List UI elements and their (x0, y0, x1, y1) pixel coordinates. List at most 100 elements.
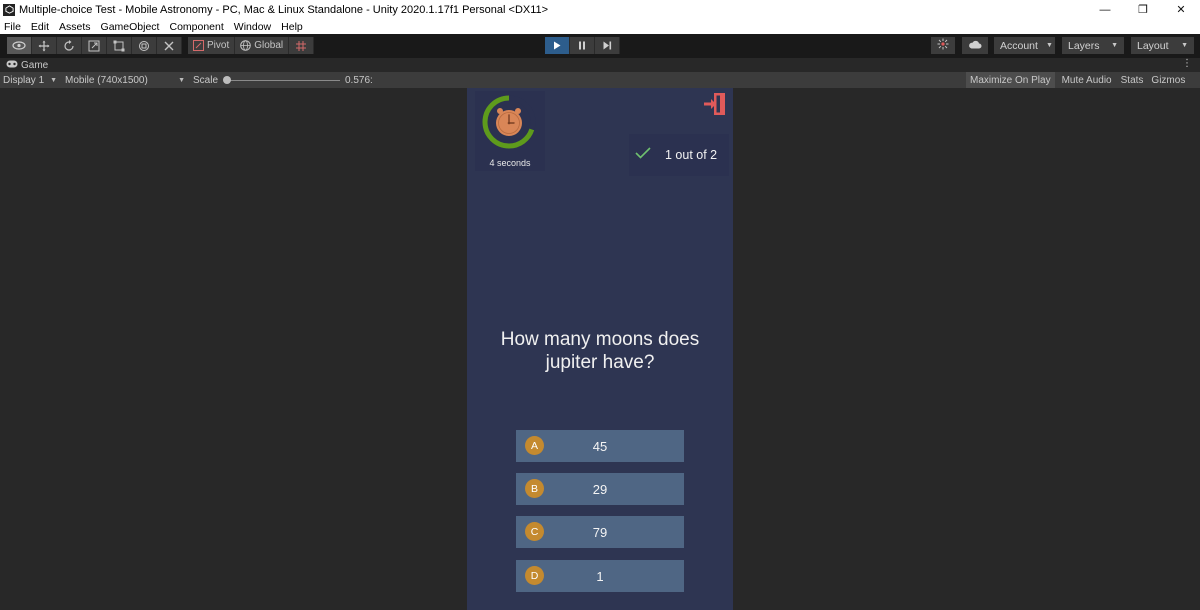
gamepad-icon (6, 60, 18, 71)
step-button[interactable] (595, 37, 620, 54)
eye-icon (12, 41, 26, 50)
chevron-down-icon: ▼ (50, 76, 58, 84)
rect-transform-icon (113, 40, 125, 52)
pivot-label: Pivot (207, 40, 230, 51)
resolution-label: Mobile (740x1500) (65, 74, 148, 86)
unity-logo-icon (3, 3, 15, 16)
minimize-button[interactable]: — (1086, 0, 1124, 19)
play-icon (553, 41, 561, 50)
grid-snap-button[interactable] (289, 37, 315, 54)
account-label: Account (1000, 39, 1038, 52)
stats-toggle[interactable]: Stats (1117, 72, 1148, 88)
game-view-controls: Display 1 ▼ Mobile (740x1500) ▼ Scale 0.… (0, 72, 1200, 88)
globe-icon (240, 40, 252, 51)
main-toolbar: Pivot Global Account ▼ Layers ▼ Layout ▼ (0, 34, 1200, 58)
display-label: Display 1 (3, 74, 45, 86)
view-tool-button[interactable] (7, 37, 32, 54)
menu-bar: File Edit Assets GameObject Component Wi… (0, 19, 1200, 34)
menu-window[interactable]: Window (229, 21, 276, 33)
global-label: Global (254, 40, 284, 51)
menu-component[interactable]: Component (164, 21, 228, 33)
rotate-tool-button[interactable] (57, 37, 82, 54)
play-button[interactable] (545, 37, 570, 54)
tools-cross-icon (163, 40, 175, 52)
move-tool-button[interactable] (32, 37, 57, 54)
close-button[interactable]: ✕ (1162, 0, 1200, 19)
scale-tool-button[interactable] (82, 37, 107, 54)
quiz-screen: 4 seconds 1 out of 2 How many moons does… (467, 88, 733, 610)
answer-button-c[interactable]: C 79 (516, 516, 684, 548)
cloud-icon (968, 40, 982, 52)
scale-slider-track[interactable] (226, 80, 340, 81)
gizmos-toggle[interactable]: Gizmos (1147, 72, 1189, 88)
answer-button-b[interactable]: B 29 (516, 473, 684, 505)
game-tab-row: Game ⋮ (0, 58, 1200, 72)
account-dropdown[interactable]: Account ▼ (994, 37, 1055, 54)
collab-button[interactable] (931, 37, 955, 54)
menu-gameobject[interactable]: GameObject (96, 21, 165, 33)
menu-file[interactable]: File (0, 21, 26, 33)
pivot-toggle[interactable]: Pivot (188, 37, 236, 54)
game-tab-label: Game (21, 59, 49, 71)
cloud-button[interactable] (962, 37, 988, 54)
pause-button[interactable] (570, 37, 595, 54)
custom-tool-button[interactable] (157, 37, 182, 54)
answer-text: 1 (596, 568, 604, 584)
collab-icon (937, 38, 949, 53)
menu-edit[interactable]: Edit (26, 21, 54, 33)
answer-text: 79 (592, 524, 608, 540)
game-tab[interactable]: Game (0, 58, 48, 72)
maximize-button[interactable]: ❐ (1124, 0, 1162, 19)
answer-text: 45 (592, 438, 608, 454)
pivot-tools: Pivot Global (188, 37, 315, 54)
timer-panel: 4 seconds (475, 91, 545, 171)
layers-dropdown[interactable]: Layers ▼ (1062, 37, 1124, 54)
question-text: How many moons does jupiter have? (500, 329, 700, 373)
transform-tools (7, 37, 182, 54)
display-dropdown[interactable]: Display 1 ▼ (3, 72, 57, 88)
score-text: 1 out of 2 (665, 148, 718, 162)
window-controls: — ❐ ✕ (1086, 0, 1200, 19)
game-view-toggles: Maximize On Play Mute Audio Stats Gizmos (966, 72, 1189, 88)
mute-audio-toggle[interactable]: Mute Audio (1058, 72, 1116, 88)
chevron-down-icon: ▼ (178, 76, 185, 84)
step-icon (603, 41, 612, 50)
global-toggle[interactable]: Global (235, 37, 290, 54)
scale-value: 0.576: (345, 74, 373, 86)
window-title: Multiple-choice Test - Mobile Astronomy … (19, 3, 549, 16)
transform-tool-button[interactable] (132, 37, 157, 54)
menu-assets[interactable]: Assets (54, 21, 96, 33)
exit-door-icon[interactable] (703, 92, 727, 116)
grid-snap-icon (295, 40, 307, 52)
rect-tool-button[interactable] (107, 37, 132, 54)
scale-slider-knob[interactable] (223, 76, 231, 84)
combined-transform-icon (138, 40, 150, 52)
more-options-icon[interactable]: ⋮ (1182, 58, 1192, 69)
resolution-dropdown[interactable]: Mobile (740x1500) ▼ (65, 72, 185, 88)
game-viewport: 4 seconds 1 out of 2 How many moons does… (0, 88, 1200, 610)
menu-help[interactable]: Help (276, 21, 308, 33)
rotate-icon (63, 39, 75, 52)
window-title-bar: Multiple-choice Test - Mobile Astronomy … (0, 0, 1200, 19)
layout-label: Layout (1137, 39, 1169, 52)
chevron-down-icon: ▼ (1181, 42, 1188, 49)
chevron-down-icon: ▼ (1045, 42, 1053, 49)
timer-label: 4 seconds (489, 158, 531, 168)
answer-button-d[interactable]: D 1 (516, 560, 684, 592)
pause-icon (578, 41, 586, 50)
checkmark-icon (635, 146, 651, 164)
score-panel: 1 out of 2 (629, 134, 729, 176)
scale-icon (88, 40, 100, 52)
alarm-clock-icon (496, 108, 522, 136)
answer-button-a[interactable]: A 45 (516, 430, 684, 462)
answer-text: 29 (592, 481, 608, 497)
play-controls (545, 37, 620, 54)
move-arrows-icon (38, 40, 50, 52)
pivot-icon (193, 40, 204, 51)
chevron-down-icon: ▼ (1111, 42, 1118, 49)
layers-label: Layers (1068, 39, 1100, 52)
layout-dropdown[interactable]: Layout ▼ (1131, 37, 1194, 54)
maximize-on-play-toggle[interactable]: Maximize On Play (966, 72, 1055, 88)
timer-ring (482, 95, 536, 149)
scale-label: Scale (193, 74, 219, 86)
